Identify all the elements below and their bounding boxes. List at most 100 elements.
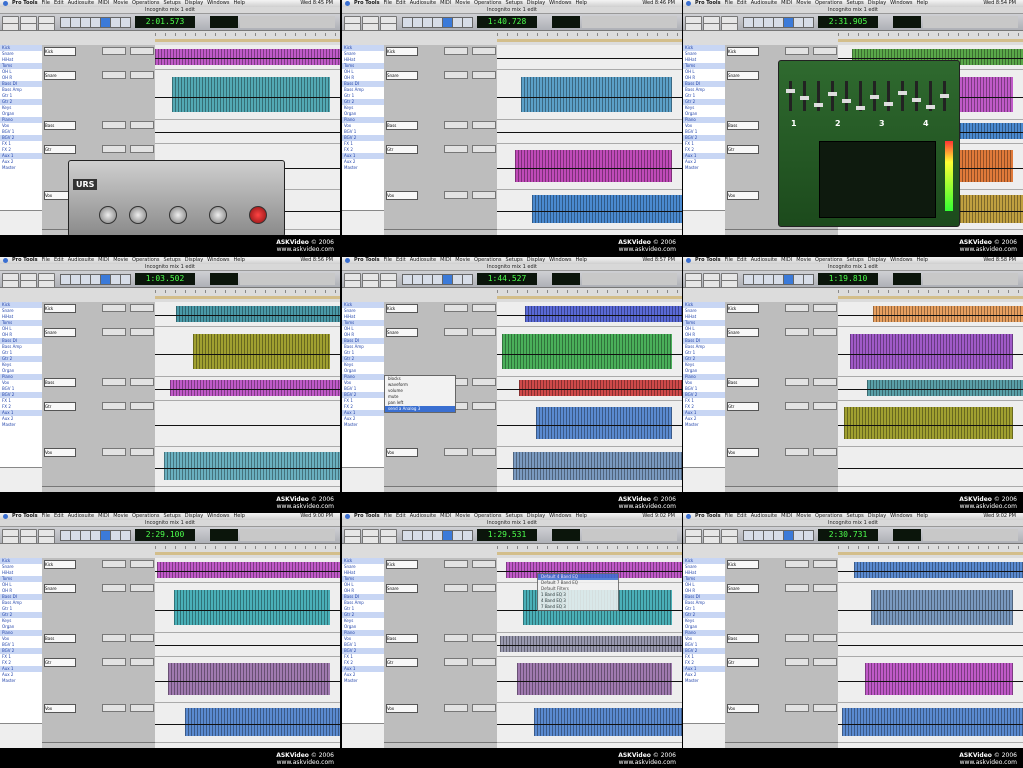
menu-item[interactable]: Operations (132, 257, 160, 264)
audio-region[interactable] (164, 452, 340, 480)
track-name[interactable]: Kick (386, 560, 418, 569)
output-selector[interactable] (130, 47, 154, 55)
gain-fader[interactable] (828, 81, 837, 111)
menu-item[interactable]: File (42, 513, 50, 520)
gain-fader[interactable] (842, 81, 851, 111)
menu-item[interactable]: Movie (113, 0, 128, 7)
track-name[interactable]: Vox (386, 448, 418, 457)
audio-region[interactable] (513, 452, 682, 480)
track-name[interactable]: Snare (727, 328, 759, 337)
output-selector[interactable] (472, 448, 496, 456)
volume-line[interactable] (497, 681, 682, 682)
menu-item[interactable]: Edit (737, 257, 747, 264)
menu-item[interactable]: File (725, 257, 733, 264)
input-selector[interactable] (444, 145, 468, 153)
output-selector[interactable] (813, 328, 837, 336)
output-selector[interactable] (472, 378, 496, 386)
output-selector[interactable] (130, 378, 154, 386)
track-view-menu[interactable]: blocks waveform volume mute pan left send a A… (384, 375, 456, 413)
eq-knob[interactable] (129, 206, 147, 224)
audio-region[interactable] (185, 708, 340, 736)
input-selector[interactable] (785, 704, 809, 712)
menu-item[interactable]: Display (527, 257, 545, 264)
audio-region[interactable] (525, 305, 682, 323)
audio-region[interactable] (157, 561, 340, 579)
output-selector[interactable] (472, 658, 496, 666)
volume-line[interactable] (155, 610, 340, 611)
menu-item[interactable]: Audiosuite (68, 0, 94, 7)
output-selector[interactable] (472, 304, 496, 312)
volume-line[interactable] (497, 468, 682, 469)
output-selector[interactable] (472, 560, 496, 568)
volume-line[interactable] (155, 389, 340, 390)
fader-cap[interactable] (828, 92, 837, 96)
gain-fader[interactable] (870, 81, 879, 111)
input-selector[interactable] (785, 328, 809, 336)
menu-item[interactable]: Edit (396, 0, 406, 7)
menu-item[interactable]: Edit (737, 0, 747, 7)
menu-item[interactable]: Windows (207, 513, 229, 520)
menu-item[interactable]: Setups (164, 0, 181, 7)
output-selector[interactable] (472, 584, 496, 592)
volume-line[interactable] (155, 354, 340, 355)
menu-item[interactable]: Windows (890, 257, 912, 264)
eq-knob[interactable] (169, 206, 187, 224)
audio-region[interactable] (502, 333, 672, 369)
app-menu[interactable]: Pro Tools (695, 513, 721, 520)
track-name[interactable]: Kick (44, 304, 76, 313)
menu-item[interactable]: Display (868, 513, 886, 520)
menu-item[interactable]: Edit (396, 257, 406, 264)
audio-region[interactable] (873, 305, 1023, 323)
menu-item[interactable]: Audiosuite (751, 257, 777, 264)
output-selector[interactable] (130, 584, 154, 592)
track-name[interactable]: Kick (727, 47, 759, 56)
output-selector[interactable] (130, 304, 154, 312)
track-list-item[interactable]: Master (342, 678, 384, 684)
volume-line[interactable] (838, 610, 1023, 611)
track-list-item[interactable]: Master (0, 422, 42, 428)
track-name[interactable]: Vox (44, 704, 76, 713)
gain-fader[interactable] (898, 81, 907, 111)
volume-line[interactable] (497, 315, 682, 316)
menu-item[interactable]: Audiosuite (410, 257, 436, 264)
track-name[interactable]: Bass (727, 121, 759, 130)
mode-button[interactable] (38, 536, 55, 544)
volume-line[interactable] (497, 571, 682, 572)
audio-region[interactable] (844, 406, 1013, 440)
edit-tool-icon[interactable] (462, 274, 473, 285)
menu-item[interactable]: Windows (890, 0, 912, 7)
menu-item[interactable]: Audiosuite (410, 0, 436, 7)
menu-item[interactable]: Operations (132, 513, 160, 520)
menu-item[interactable]: MIDI (98, 0, 109, 7)
menu-item[interactable]: Windows (207, 257, 229, 264)
menu-item[interactable]: MIDI (781, 257, 792, 264)
input-selector[interactable] (102, 560, 126, 568)
menu-item[interactable]: File (42, 0, 50, 7)
input-selector[interactable] (102, 448, 126, 456)
output-selector[interactable] (472, 47, 496, 55)
mode-button[interactable] (721, 23, 738, 31)
menu-item[interactable]: Movie (455, 513, 470, 520)
input-selector[interactable] (102, 304, 126, 312)
mode-button[interactable] (20, 536, 37, 544)
gain-fader[interactable] (926, 81, 935, 111)
fader-cap[interactable] (786, 89, 795, 93)
volume-line[interactable] (838, 58, 1023, 59)
volume-line[interactable] (497, 645, 682, 646)
gain-fader[interactable] (800, 81, 809, 111)
track-name[interactable]: Kick (727, 560, 759, 569)
volume-line[interactable] (838, 354, 1023, 355)
volume-line[interactable] (155, 425, 340, 426)
track-name[interactable]: Gtr (44, 402, 76, 411)
menu-item[interactable]: Display (527, 513, 545, 520)
input-selector[interactable] (444, 191, 468, 199)
edit-tool-icon[interactable] (803, 530, 814, 541)
track-name[interactable]: Bass (44, 378, 76, 387)
apple-menu-icon[interactable] (345, 514, 350, 519)
menu-item[interactable]: Operations (132, 0, 160, 7)
volume-line[interactable] (497, 389, 682, 390)
plugin-preset-menu[interactable]: Default 4 Band EQ Default 7 Band EQ Defaul… (537, 573, 619, 611)
gain-fader[interactable] (940, 81, 949, 111)
edit-tool-icon[interactable] (120, 274, 131, 285)
edit-tool-icon[interactable] (462, 530, 473, 541)
